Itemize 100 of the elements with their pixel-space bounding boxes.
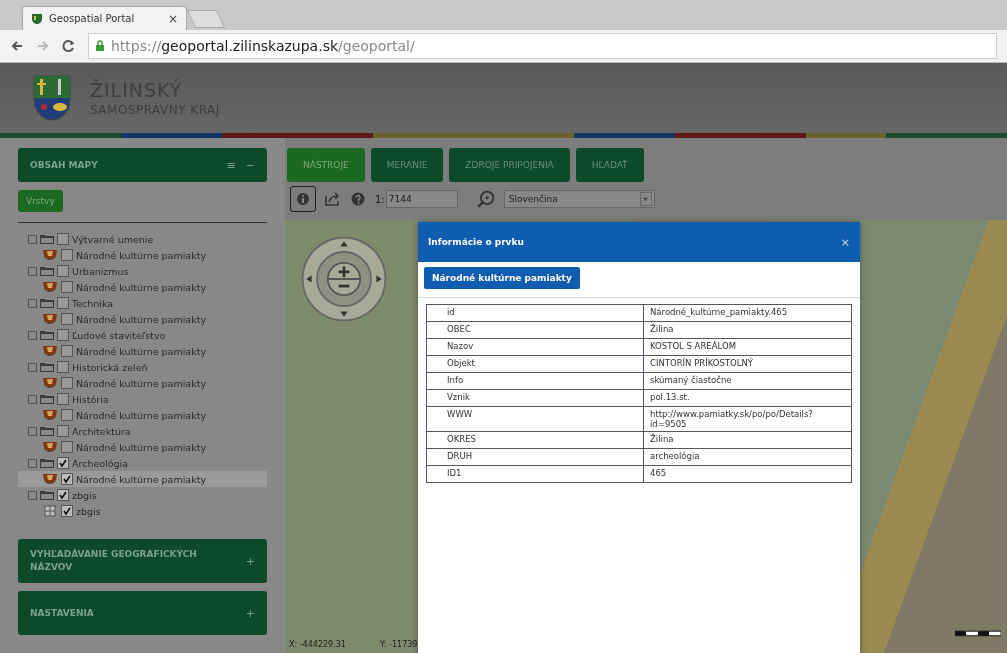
attribute-value: Žilina — [643, 321, 852, 339]
layer-checkbox[interactable] — [61, 249, 73, 261]
reload-icon[interactable] — [62, 39, 76, 53]
layer-checkbox[interactable] — [61, 313, 73, 325]
new-tab-button[interactable] — [186, 10, 226, 28]
expander-icon[interactable] — [28, 298, 37, 308]
folder-icon — [40, 330, 54, 340]
back-icon[interactable] — [10, 39, 24, 53]
layer-checkbox[interactable] — [57, 489, 69, 501]
layer-label[interactable]: zbgis — [72, 489, 97, 501]
attribute-name: Info — [426, 372, 644, 390]
folder-icon — [40, 426, 54, 436]
shield-icon — [42, 249, 58, 261]
layer-checkbox[interactable] — [57, 361, 69, 373]
forward-icon[interactable] — [36, 39, 50, 53]
scale-field[interactable]: 7144 — [385, 190, 458, 208]
panel-title: VYHĽADÁVANIE GEOGRAFICKÝCH NÁZVOV — [30, 548, 198, 574]
map-navigation-control[interactable] — [299, 234, 389, 324]
attribute-name: OBEC — [426, 321, 644, 339]
layer-label[interactable]: Archeológia — [72, 457, 129, 469]
info-tool-button[interactable] — [290, 186, 316, 212]
layer-label[interactable]: Urbanizmus — [72, 265, 129, 277]
layer-row[interactable]: Národné kultúrne pamiakty — [18, 375, 267, 391]
shield-icon — [42, 441, 58, 453]
layer-checkbox[interactable] — [61, 345, 73, 357]
attribute-value: Národné_kultúrne_pamiakty.465 — [643, 304, 852, 322]
layer-checkbox[interactable] — [57, 265, 69, 277]
attribute-name: Nazov — [426, 338, 644, 356]
expand-icon[interactable]: + — [245, 554, 255, 568]
layer-row[interactable]: Národné kultúrne pamiakty — [18, 343, 267, 359]
layer-row[interactable]: Národné kultúrne pamiakty — [18, 279, 267, 295]
folder-icon — [40, 490, 54, 500]
attribute-name: WWW — [426, 406, 644, 432]
attribute-name: DRUH — [426, 448, 644, 466]
expander-icon[interactable] — [28, 394, 37, 404]
info-icon — [296, 192, 310, 206]
expander-icon[interactable] — [28, 330, 37, 340]
layer-label[interactable]: História — [72, 393, 109, 405]
layer-row[interactable]: Národné kultúrne pamiakty — [18, 471, 267, 487]
panel-control-icon[interactable]: ≡ — [226, 158, 236, 172]
expander-icon[interactable] — [28, 426, 37, 436]
share-icon[interactable] — [325, 192, 341, 206]
close-icon[interactable]: × — [840, 235, 850, 249]
layers-button[interactable]: Vrstvy — [18, 190, 63, 212]
attribute-name: OKRES — [426, 431, 644, 449]
attribute-value: pol.13.st. — [643, 389, 852, 407]
folder-icon — [40, 394, 54, 404]
map-scale-bar — [955, 629, 1001, 637]
shield-icon — [42, 473, 58, 485]
coat-of-arms-logo — [32, 74, 72, 122]
expander-icon[interactable] — [28, 458, 37, 468]
layer-checkbox[interactable] — [61, 409, 73, 421]
layer-checkbox[interactable] — [57, 457, 69, 469]
layer-checkbox[interactable] — [57, 233, 69, 245]
panel-title: OBSAH MAPY — [30, 158, 98, 172]
folder-icon — [40, 458, 54, 468]
attribute-name: id — [426, 304, 644, 322]
help-icon[interactable] — [350, 192, 366, 206]
layer-row[interactable]: Národné kultúrne pamiakty — [18, 247, 267, 263]
layer-row[interactable]: Národné kultúrne pamiakty — [18, 439, 267, 455]
layer-checkbox[interactable] — [61, 281, 73, 293]
toolbar-tab[interactable]: MERANIE — [370, 148, 444, 182]
layer-row[interactable]: zbgis — [18, 503, 267, 519]
expander-icon[interactable] — [28, 490, 37, 500]
layer-checkbox[interactable] — [61, 473, 73, 485]
language-select[interactable]: Slovenčina — [503, 190, 655, 208]
layer-tab[interactable]: Národné kultúrne pamiakty — [424, 267, 580, 289]
close-tab-icon[interactable]: × — [167, 11, 178, 26]
shield-icon — [42, 345, 58, 357]
address-field[interactable]: https://geoportal.zilinskazupa.sk/geoportal/ — [88, 33, 997, 59]
layer-row[interactable]: Národné kultúrne pamiakty — [18, 407, 267, 423]
layer-checkbox[interactable] — [57, 297, 69, 309]
layer-checkbox[interactable] — [61, 505, 73, 517]
layer-label[interactable]: Historická zeleň — [72, 361, 148, 373]
layer-checkbox[interactable] — [57, 329, 69, 341]
folder-icon — [40, 234, 54, 244]
layer-checkbox[interactable] — [57, 425, 69, 437]
layer-checkbox[interactable] — [57, 393, 69, 405]
scale-prefix: 1: — [375, 193, 385, 205]
layer-label[interactable]: Architektúra — [72, 425, 131, 437]
browser-tab[interactable]: Geospatial Portal × — [22, 6, 187, 30]
attribute-value: 465 — [643, 465, 852, 483]
layer-row[interactable]: Národné kultúrne pamiakty — [18, 311, 267, 327]
expander-icon[interactable] — [28, 266, 37, 276]
expand-icon[interactable]: + — [245, 606, 255, 620]
layer-label[interactable]: Ľudové staviteľstvo — [72, 329, 166, 341]
layer-checkbox[interactable] — [61, 377, 73, 389]
panel-control-icon[interactable]: − — [245, 158, 255, 172]
toolbar-tab[interactable]: NÁSTROJE — [287, 148, 365, 182]
expander-icon[interactable] — [28, 234, 37, 244]
layer-label[interactable]: Technika — [72, 297, 114, 309]
expander-icon[interactable] — [28, 362, 37, 372]
folder-icon — [40, 362, 54, 372]
layer-checkbox[interactable] — [61, 441, 73, 453]
lock-icon — [95, 40, 105, 52]
panel-title: NASTAVENIA — [30, 606, 94, 620]
search-icon[interactable] — [476, 190, 495, 208]
toolbar-tab[interactable]: ZDROJE PRIPOJENIA — [449, 148, 570, 182]
toolbar-tab[interactable]: HĽADAŤ — [575, 148, 644, 182]
layer-label[interactable]: Výtvarné umenie — [72, 233, 154, 245]
